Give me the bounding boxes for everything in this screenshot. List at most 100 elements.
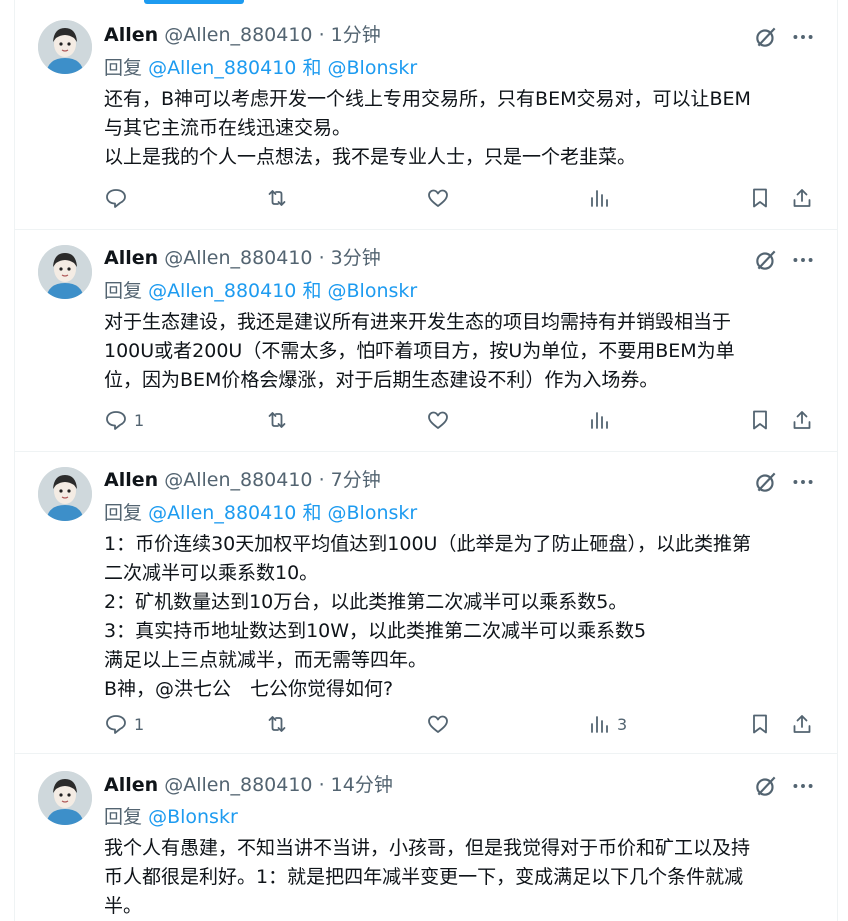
more-icon[interactable] <box>790 469 816 495</box>
retweet-button[interactable] <box>265 405 289 435</box>
reply-icon <box>106 715 126 734</box>
share-button[interactable] <box>790 405 814 435</box>
avatar[interactable] <box>38 771 92 825</box>
tweet-text-line: 位，因为BEM价格会爆涨，对于后期生态建设不利）作为入场券。 <box>104 369 659 391</box>
tweet[interactable]: Allen @Allen_880410 · 3分钟 回复 @Allen_8804… <box>15 229 837 452</box>
bookmark-icon <box>753 188 767 208</box>
tweet-text-line: 我个人有愚建，不知当讲不当讲，小孩哥，但是我觉得对于币价和矿工以及持 <box>104 837 751 859</box>
mention-conjunction: 和 <box>302 502 322 524</box>
grok-icon[interactable] <box>753 24 779 50</box>
views-button[interactable] <box>587 405 617 435</box>
like-button[interactable] <box>426 405 450 435</box>
tweet[interactable]: Allen @Allen_880410 · 14分钟 回复 @Blonskr 我… <box>15 753 837 921</box>
bookmark-button[interactable] <box>748 709 772 739</box>
retweet-button[interactable] <box>265 709 289 739</box>
reply-icon <box>106 189 126 208</box>
tweet-text-line: 对于生态建设，我还是建议所有进来开发生态的项目均需持有并销毁相当于 <box>104 311 732 333</box>
bookmark-button[interactable] <box>748 183 772 213</box>
display-name[interactable]: Allen <box>104 774 158 796</box>
view-count: 3 <box>617 714 628 734</box>
share-button[interactable] <box>790 183 814 213</box>
username[interactable]: @Allen_880410 <box>164 247 312 269</box>
like-button[interactable] <box>426 183 450 213</box>
username[interactable]: @Allen_880410 <box>164 469 312 491</box>
tweet-text-line: 以上是我的个人一点想法，我不是专业人士，只是一个老韭菜。 <box>104 146 637 168</box>
separator-dot: · <box>318 774 325 796</box>
avatar[interactable] <box>38 245 92 299</box>
tweet-text-line: 100U或者200U（不需太多，怕吓着项目方，按U为单位，不要用BEM为单 <box>104 340 735 362</box>
mention-link[interactable]: @Allen_880410 <box>148 280 296 302</box>
tweet-text-line: 2：矿机数量达到10万台，以此类推第二次减半可以乘系数5。 <box>104 591 628 613</box>
mention-link[interactable]: @Blonskr <box>328 502 418 524</box>
reply-prefix: 回复 <box>104 280 143 302</box>
tweet-header: Allen @Allen_880410 · 14分钟 <box>104 771 393 799</box>
replying-to: 回复 @Allen_880410 和 @Blonskr <box>104 499 417 527</box>
tweet-text-line: 与其它主流币在线迅速交易。 <box>104 117 352 139</box>
like-button[interactable] <box>426 709 450 739</box>
separator-dot: · <box>318 247 325 269</box>
display-name[interactable]: Allen <box>104 469 158 491</box>
views-icon <box>591 412 608 429</box>
reply-count: 1 <box>134 410 145 430</box>
timestamp[interactable]: 7分钟 <box>331 469 381 491</box>
reply-button[interactable]: 1 <box>104 709 144 739</box>
replying-to: 回复 @Allen_880410 和 @Blonskr <box>104 54 417 82</box>
views-button[interactable]: 3 <box>587 709 627 739</box>
timestamp[interactable]: 1分钟 <box>331 24 381 46</box>
avatar[interactable] <box>38 467 92 521</box>
mention-conjunction: 和 <box>302 57 322 79</box>
mention-link[interactable]: @Allen_880410 <box>148 502 296 524</box>
mention-link[interactable]: @Allen_880410 <box>148 57 296 79</box>
tweet[interactable]: Allen @Allen_880410 · 7分钟 回复 @Allen_8804… <box>15 451 837 754</box>
bookmark-button[interactable] <box>748 405 772 435</box>
timestamp[interactable]: 14分钟 <box>331 774 393 796</box>
like-icon <box>428 411 448 429</box>
grok-icon[interactable] <box>753 469 779 495</box>
mention-link[interactable]: @Blonskr <box>328 280 418 302</box>
separator-dot: · <box>318 469 325 491</box>
reply-prefix: 回复 <box>104 57 143 79</box>
tweet-text-line: 满足以上三点就减半，而无需等四年。 <box>104 649 428 671</box>
bookmark-icon <box>753 410 767 430</box>
tweet[interactable]: Allen @Allen_880410 · 1分钟 回复 @Allen_8804… <box>15 0 837 230</box>
views-button[interactable] <box>587 183 617 213</box>
display-name[interactable]: Allen <box>104 24 158 46</box>
tweet-actions: 1 <box>15 405 837 435</box>
tweet-header: Allen @Allen_880410 · 7分钟 <box>104 466 381 494</box>
more-icon[interactable] <box>790 24 816 50</box>
reply-count: 1 <box>134 714 145 734</box>
avatar[interactable] <box>38 20 92 74</box>
tweet-text: 对于生态建设，我还是建议所有进来开发生态的项目均需持有并销毁相当于 100U或者… <box>104 308 814 395</box>
tweet-text-line: 二次减半可以乘系数10。 <box>104 562 319 584</box>
tweet-text: 1：币价连续30天加权平均值达到100U（此举是为了防止砸盘），以此类推第 二次… <box>104 530 814 704</box>
tweet-actions <box>15 183 837 213</box>
username[interactable]: @Allen_880410 <box>164 774 312 796</box>
grok-icon[interactable] <box>753 773 779 799</box>
retweet-button[interactable] <box>265 183 289 213</box>
tweet-text-line: 半。 <box>104 895 143 917</box>
replying-to: 回复 @Allen_880410 和 @Blonskr <box>104 277 417 305</box>
tweet-text-line: 币人都很是利好。1：就是把四年减半变更一下，变成满足以下几个条件就减 <box>104 866 744 888</box>
tweet-text-line: B神，@洪七公 七公你觉得如何? <box>104 678 394 700</box>
more-icon[interactable] <box>790 247 816 273</box>
grok-icon[interactable] <box>753 247 779 273</box>
reply-button[interactable] <box>104 183 134 213</box>
timestamp[interactable]: 3分钟 <box>331 247 381 269</box>
tweet-text: 我个人有愚建，不知当讲不当讲，小孩哥，但是我觉得对于币价和矿工以及持 币人都很是… <box>104 834 814 921</box>
replying-to: 回复 @Blonskr <box>104 803 238 831</box>
username[interactable]: @Allen_880410 <box>164 24 312 46</box>
share-icon <box>793 715 811 733</box>
share-button[interactable] <box>790 709 814 739</box>
tweet-text-line: 还有，B神可以考虑开发一个线上专用交易所，只有BEM交易对，可以让BEM <box>104 88 751 110</box>
views-icon <box>591 716 608 733</box>
more-icon[interactable] <box>790 773 816 799</box>
reply-prefix: 回复 <box>104 806 143 828</box>
reply-button[interactable]: 1 <box>104 405 144 435</box>
views-icon <box>591 190 608 207</box>
tweet-text: 还有，B神可以考虑开发一个线上专用交易所，只有BEM交易对，可以让BEM 与其它… <box>104 85 814 172</box>
like-icon <box>428 715 448 733</box>
reply-prefix: 回复 <box>104 502 143 524</box>
mention-link[interactable]: @Blonskr <box>148 806 238 828</box>
display-name[interactable]: Allen <box>104 247 158 269</box>
mention-link[interactable]: @Blonskr <box>328 57 418 79</box>
